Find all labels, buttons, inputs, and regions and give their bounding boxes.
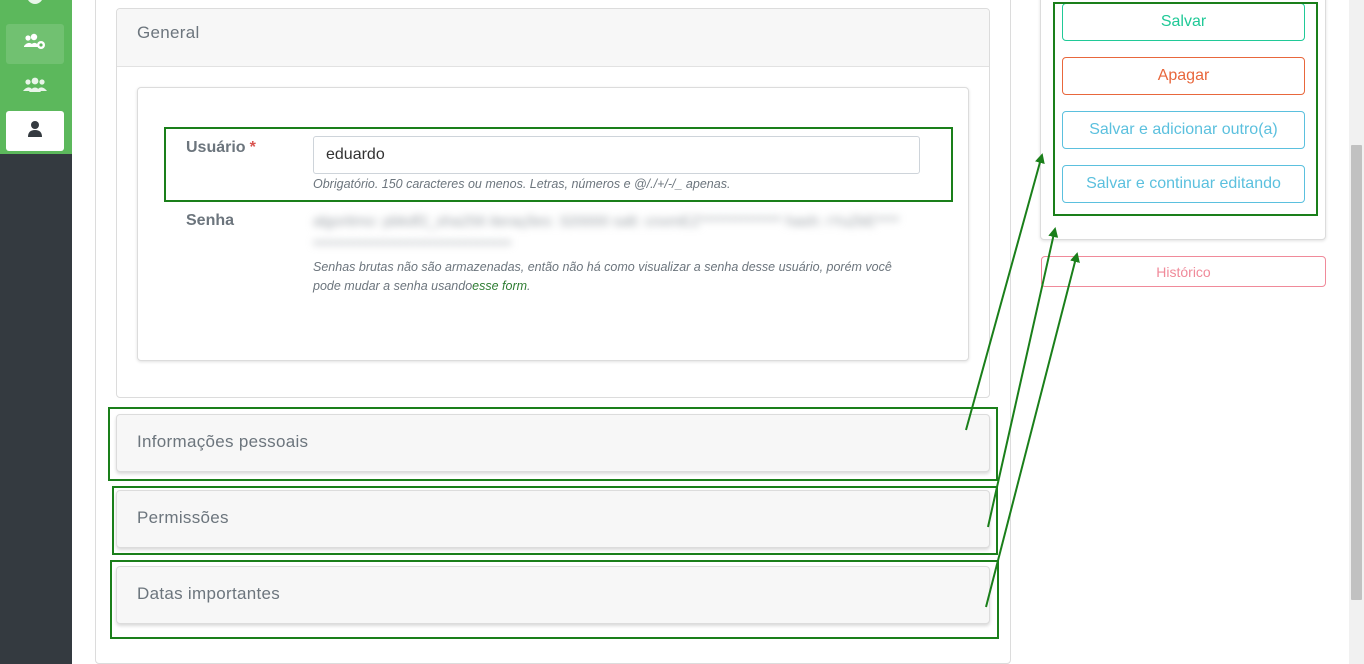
sidebar-item-users[interactable] xyxy=(6,67,64,107)
password-help-suffix: . xyxy=(527,279,531,293)
username-help: Obrigatório. 150 caracteres ou menos. Le… xyxy=(313,177,731,191)
section-personal-info[interactable]: Informações pessoais xyxy=(116,414,990,472)
user-icon xyxy=(27,120,43,143)
password-hash: algoritmo: pbkdf2_sha256 iterações: 3200… xyxy=(313,213,900,254)
username-label: Usuário * xyxy=(186,139,256,157)
users-icon xyxy=(23,77,47,98)
password-label: Senha xyxy=(186,212,235,229)
required-mark: * xyxy=(249,139,256,156)
users-cog-icon xyxy=(23,33,47,56)
general-title: General xyxy=(117,9,989,67)
section-important-dates[interactable]: Datas importantes xyxy=(116,566,990,624)
save-and-continue-button[interactable]: Salvar e continuar editando xyxy=(1062,165,1305,203)
change-password-link[interactable]: esse form xyxy=(472,279,527,293)
sidebar-item-groups[interactable] xyxy=(6,24,64,64)
password-help-text: Senhas brutas não são armazenadas, então… xyxy=(313,260,892,293)
username-input[interactable] xyxy=(313,136,920,174)
sidebar xyxy=(0,0,72,664)
page: General Usuário* Obrigatório. 150 caract… xyxy=(0,0,1364,664)
password-help: Senhas brutas não são armazenadas, então… xyxy=(313,258,913,296)
save-button[interactable]: Salvar xyxy=(1062,3,1305,41)
username-label-text: Usuário xyxy=(186,139,246,156)
history-button[interactable]: Histórico xyxy=(1041,256,1326,287)
delete-button[interactable]: Apagar xyxy=(1062,57,1305,95)
sidebar-item-profile[interactable] xyxy=(6,111,64,151)
sidebar-item-dashboard[interactable] xyxy=(6,0,64,18)
save-and-add-another-button[interactable]: Salvar e adicionar outro(a) xyxy=(1062,111,1305,149)
compass-icon xyxy=(26,0,44,10)
scrollbar-thumb[interactable] xyxy=(1351,145,1362,600)
section-permissions[interactable]: Permissões xyxy=(116,490,990,548)
